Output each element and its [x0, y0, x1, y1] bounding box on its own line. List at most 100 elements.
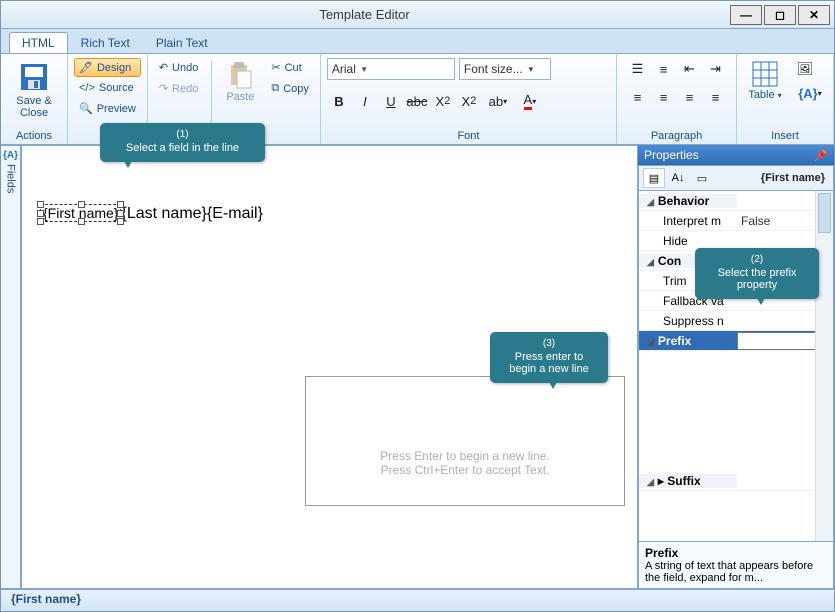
justify-button[interactable]: ≡: [704, 86, 728, 108]
chevron-down-icon: ▾: [529, 64, 534, 75]
align-center-button[interactable]: ≡: [652, 86, 676, 108]
redo-button[interactable]: ↷Redo: [154, 79, 204, 98]
pages-icon: ▭: [697, 172, 707, 185]
italic-button[interactable]: I: [353, 90, 377, 112]
redo-icon: ↷: [159, 82, 168, 95]
field-token-selected[interactable]: {First name}: [40, 204, 121, 222]
properties-context: {First name}: [761, 172, 829, 184]
editor-hint-1: Press Enter to begin a new line.: [380, 449, 549, 463]
cut-button[interactable]: ✂Cut: [266, 58, 314, 77]
alphabetical-button[interactable]: A↓: [667, 168, 689, 188]
scroll-thumb[interactable]: [818, 193, 831, 233]
bold-button[interactable]: B: [327, 90, 351, 112]
sort-icon: A↓: [672, 172, 685, 184]
indent-icon: ⇥: [710, 61, 721, 77]
property-description: Prefix A string of text that appears bef…: [638, 542, 834, 589]
group-actions: Save & Close Actions: [1, 54, 68, 144]
undo-icon: ↶: [159, 61, 168, 74]
source-button[interactable]: </>Source: [74, 79, 141, 97]
group-font: Arial▾ Font size...▾ B I U abc X2 X2 ab▾…: [321, 54, 617, 144]
highlight-icon: ab: [489, 94, 503, 109]
bullets-icon: ☰: [632, 61, 644, 77]
section-suffix[interactable]: ▸ Suffix: [639, 474, 737, 488]
paste-icon: [228, 61, 252, 89]
editor-hint-2: Press Ctrl+Enter to accept Text.: [381, 463, 550, 477]
preview-icon: 🔍: [79, 102, 93, 115]
source-icon: </>: [79, 82, 95, 94]
align-center-icon: ≡: [660, 90, 668, 105]
chevron-down-icon: ▾: [362, 64, 367, 75]
table-button[interactable]: Table ▾: [743, 58, 787, 129]
bullets-button[interactable]: ☰: [626, 58, 650, 80]
preview-button[interactable]: 🔍Preview: [74, 99, 141, 118]
prefix-editor-popup[interactable]: Press Enter to begin a new line. Press C…: [305, 376, 625, 506]
fields-tab[interactable]: {A} Fields: [1, 145, 21, 589]
align-left-icon: ≡: [634, 90, 642, 105]
underline-button[interactable]: U: [379, 90, 403, 112]
app-title: Template Editor: [1, 7, 728, 22]
outdent-icon: ⇤: [684, 61, 695, 77]
properties-toolbar: ▤ A↓ ▭ {First name}: [638, 165, 834, 191]
undo-button[interactable]: ↶Undo: [154, 58, 204, 77]
field-icon: {A}: [798, 86, 818, 101]
window-buttons: — ◻ ✕: [728, 5, 830, 25]
tab-html[interactable]: HTML: [9, 32, 68, 53]
font-color-icon: A: [524, 92, 533, 110]
close-button[interactable]: ✕: [798, 5, 830, 25]
categorized-button[interactable]: ▤: [643, 168, 665, 188]
subscript-button[interactable]: X2: [431, 90, 455, 112]
strike-button[interactable]: abc: [405, 90, 429, 112]
copy-icon: ⧉: [271, 82, 279, 95]
prop-row[interactable]: Suppress n: [639, 311, 833, 331]
callout-3: (3) Press enter to begin a new line: [490, 332, 608, 383]
superscript-button[interactable]: X2: [457, 90, 481, 112]
titlebar: Template Editor — ◻ ✕: [1, 1, 834, 29]
field-icon: {A}: [3, 150, 18, 161]
table-icon: [752, 61, 778, 87]
scrollbar[interactable]: [815, 191, 833, 541]
group-paragraph: ☰ ≡ ⇤ ⇥ ≡ ≡ ≡ ≡ Paragraph: [617, 54, 737, 144]
properties-header[interactable]: Properties📌: [638, 145, 834, 165]
design-icon: 🖊: [79, 61, 93, 74]
status-bar: {First name}: [1, 589, 834, 611]
tab-plaintext[interactable]: Plain Text: [143, 32, 221, 53]
indent-button[interactable]: ⇥: [704, 58, 728, 80]
section-behavior[interactable]: Behavior: [639, 194, 737, 208]
callout-1: (1) Select a field in the line: [100, 123, 265, 162]
group-insert: Table ▾ 🖼 {A}▾ Insert: [737, 54, 834, 144]
save-close-button[interactable]: Save & Close: [7, 58, 61, 129]
align-right-button[interactable]: ≡: [678, 86, 702, 108]
align-left-button[interactable]: ≡: [626, 86, 650, 108]
field-token[interactable]: {E-mail}: [207, 205, 263, 222]
callout-2: (2) Select the prefix property: [695, 248, 819, 299]
design-button[interactable]: 🖊Design: [74, 58, 141, 77]
workspace: {A} Fields {First name} {Last name}{E-ma…: [1, 145, 834, 589]
minimize-button[interactable]: —: [730, 5, 762, 25]
image-button[interactable]: 🖼: [793, 58, 817, 80]
maximize-button[interactable]: ◻: [764, 5, 796, 25]
numbered-button[interactable]: ≡: [652, 58, 676, 80]
image-icon: 🖼: [797, 61, 814, 77]
prop-row-selected[interactable]: Prefix▾: [639, 331, 833, 351]
outdent-button[interactable]: ⇤: [678, 58, 702, 80]
template-line[interactable]: {First name} {Last name}{E-mail}: [40, 204, 263, 223]
save-icon: [18, 61, 50, 93]
field-button[interactable]: {A}▾: [793, 82, 827, 104]
cut-icon: ✂: [271, 61, 280, 74]
property-pages-button[interactable]: ▭: [691, 168, 713, 188]
field-token[interactable]: {Last name}: [121, 205, 206, 222]
copy-button[interactable]: ⧉Copy: [266, 79, 314, 98]
numbered-icon: ≡: [660, 62, 668, 77]
paste-button[interactable]: Paste: [220, 58, 260, 129]
tab-richtext[interactable]: Rich Text: [68, 32, 143, 53]
prop-row[interactable]: Interpret mFalse: [639, 211, 833, 231]
properties-panel: Properties📌 ▤ A↓ ▭ {First name} Behavior…: [638, 145, 834, 589]
justify-icon: ≡: [712, 90, 720, 105]
font-color-button[interactable]: A▾: [515, 90, 545, 112]
pin-icon[interactable]: 📌: [814, 149, 828, 162]
highlight-button[interactable]: ab▾: [483, 90, 513, 112]
property-list[interactable]: Behavior Interpret mFalse Hide Con Trim …: [638, 191, 834, 542]
font-size-combo[interactable]: Font size...▾: [459, 58, 551, 80]
font-name-combo[interactable]: Arial▾: [327, 58, 455, 80]
align-right-icon: ≡: [686, 90, 694, 105]
